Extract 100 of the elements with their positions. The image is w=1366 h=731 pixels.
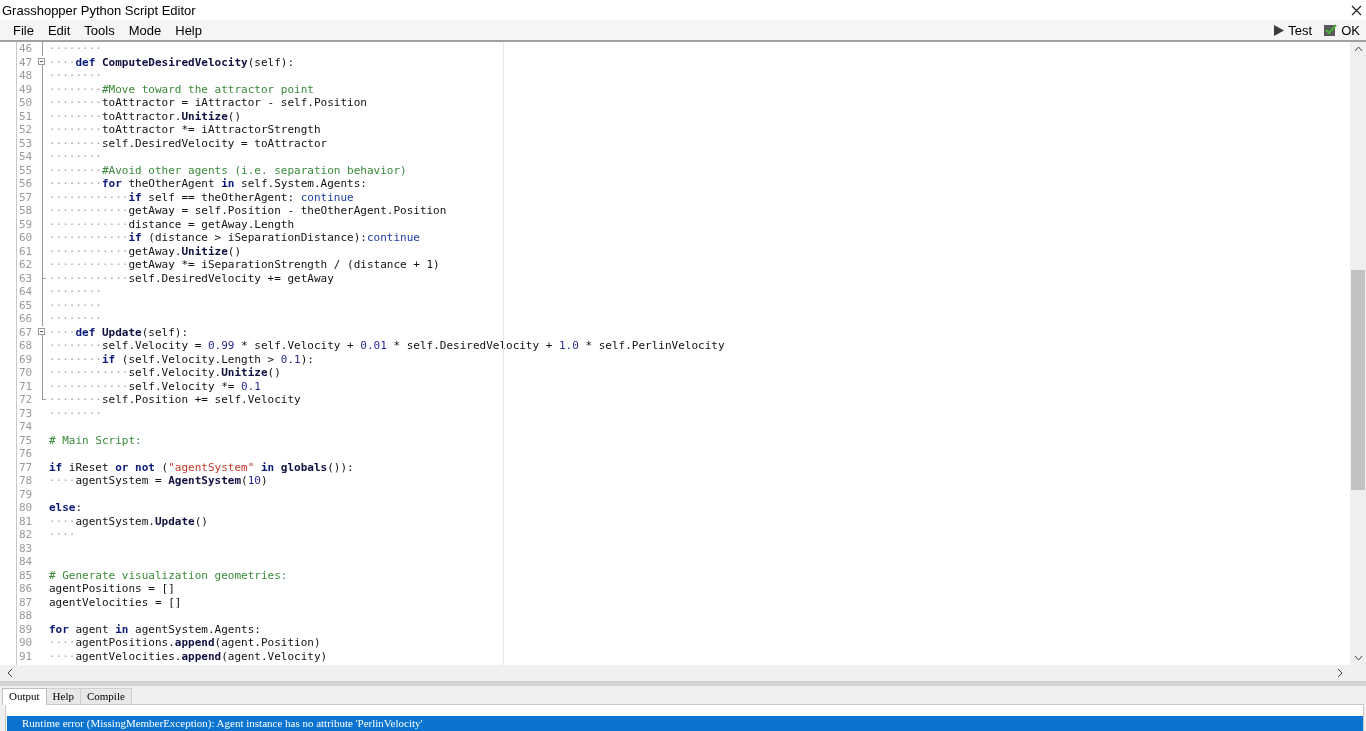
code-line: ····agentSystem.Update() [48, 514, 208, 528]
code-line: ········ [48, 312, 102, 326]
line-number: 72 [18, 393, 34, 407]
line-number: 81 [18, 514, 34, 528]
line-number: 48 [18, 69, 34, 83]
code-line: if iReset or not ("agentSystem" in globals()): [48, 460, 354, 474]
line-number: 65 [18, 298, 34, 312]
line-number: 50 [18, 96, 34, 110]
line-number: 54 [18, 150, 34, 164]
line-number: 60 [18, 231, 34, 245]
line-number: 64 [18, 285, 34, 299]
collapse-icon[interactable] [38, 57, 45, 65]
code-line: ············distance = getAway.Length [48, 217, 295, 231]
toolbar-button[interactable]: OK [1318, 22, 1366, 38]
code-line: ········ [48, 298, 102, 312]
menu-item[interactable]: Help [168, 22, 209, 38]
code-line: else: [48, 501, 83, 515]
code-line: ········ [48, 42, 102, 56]
code-line: ····def ComputeDesiredVelocity(self): [48, 55, 295, 69]
line-number: 82 [18, 528, 34, 542]
toolbar-button[interactable]: Test [1267, 22, 1319, 38]
code-line: ····def Update(self): [48, 325, 189, 339]
code-line: ········self.Velocity = 0.99 * self.Velocity + 0.01 * self.DesiredVelocity + 1.0 * self.PerlinVelocity [48, 339, 725, 353]
code-line: ········self.Position += self.Velocity [48, 393, 301, 407]
panel-tab[interactable]: Compile [79, 688, 132, 704]
collapse-icon[interactable] [38, 327, 45, 335]
menu-item[interactable]: Mode [121, 22, 169, 38]
code-line: ········for theOtherAgent in self.System.Agents: [48, 177, 367, 191]
code-line: ············if (distance > iSeparationDistance):continue [48, 231, 420, 245]
code-line: ············self.Velocity.Unitize() [48, 366, 281, 380]
line-number: 85 [18, 568, 34, 582]
line-number: 67 [18, 325, 34, 339]
line-number: 47 [18, 55, 34, 69]
code-line: ········#Avoid other agents (i.e. separation behavior) [48, 163, 407, 177]
line-number: 88 [18, 609, 34, 623]
scrollbar-thumb[interactable] [1351, 270, 1365, 490]
code-line: agentVelocities = [] [48, 595, 182, 609]
menu-item[interactable]: Edit [40, 22, 78, 38]
code-line: # Generate visualization geometries: [48, 568, 288, 582]
code-line: ····agentSystem = AgentSystem(10) [48, 474, 268, 488]
code-line: ········ [48, 69, 102, 83]
code-line: ········if (self.Velocity.Length > 0.1): [48, 352, 314, 366]
line-number: 77 [18, 460, 34, 474]
line-number: 63 [18, 271, 34, 285]
line-number: 75 [18, 433, 34, 447]
horizontal-scrollbar[interactable] [0, 665, 1350, 681]
code-line: ············self.Velocity *= 0.1 [48, 379, 261, 393]
line-number: 57 [18, 190, 34, 204]
panel-tab[interactable]: Help [45, 688, 81, 704]
code-line: ········ [48, 150, 102, 164]
code-line: # Main Script: [48, 433, 142, 447]
line-number: 89 [18, 622, 34, 636]
code-line: ········toAttractor.Unitize() [48, 109, 242, 123]
line-number: 90 [18, 636, 34, 650]
code-line: ············getAway *= iSeparationStrength / (distance + 1) [48, 258, 440, 272]
line-number: 59 [18, 217, 34, 231]
error-message[interactable]: Runtime error (MissingMemberException): Agent instance has no attribute 'PerlinVelocity' [6, 716, 1363, 731]
code-line: ············getAway.Unitize() [48, 244, 242, 258]
code-line: ····agentPositions.append(agent.Position) [48, 636, 321, 650]
code-line: ········toAttractor = iAttractor - self.Position [48, 96, 367, 110]
line-number: 52 [18, 123, 34, 137]
code-line: ········toAttractor *= iAttractorStrength [48, 123, 321, 137]
line-number: 71 [18, 379, 34, 393]
code-line: ········ [48, 406, 102, 420]
line-number: 66 [18, 312, 34, 326]
line-number: 79 [18, 487, 34, 501]
line-number: 70 [18, 366, 34, 380]
line-number: 69 [18, 352, 34, 366]
checkmark-icon [1324, 24, 1338, 36]
line-number: 55 [18, 163, 34, 177]
menu-item[interactable]: File [6, 22, 41, 38]
line-number: 78 [18, 474, 34, 488]
vertical-scrollbar[interactable] [1350, 42, 1366, 665]
code-line: for agent in agentSystem.Agents: [48, 622, 261, 636]
menu-item[interactable]: Tools [77, 22, 122, 38]
code-line: ············self.DesiredVelocity += getAway [48, 271, 334, 285]
line-number: 56 [18, 177, 34, 191]
line-number: 84 [18, 555, 34, 569]
line-number: 80 [18, 501, 34, 515]
line-number: 68 [18, 339, 34, 353]
panel-tab[interactable]: Output [2, 688, 47, 705]
line-number: 49 [18, 82, 34, 96]
code-line: ············getAway = self.Position - theOtherAgent.Position [48, 204, 447, 218]
line-number: 83 [18, 541, 34, 555]
line-number: 51 [18, 109, 34, 123]
line-number: 76 [18, 447, 34, 461]
line-number: 46 [18, 42, 34, 56]
line-number: 53 [18, 136, 34, 150]
code-line: ········#Move toward the attractor point [48, 82, 314, 96]
line-number: 91 [18, 649, 34, 663]
line-number: 86 [18, 582, 34, 596]
line-number: 62 [18, 258, 34, 272]
line-number: 73 [18, 406, 34, 420]
code-line: ····agentVelocities.append(agent.Velocity) [48, 649, 328, 663]
line-number: 61 [18, 244, 34, 258]
close-icon[interactable] [1351, 4, 1362, 16]
line-number: 74 [18, 420, 34, 434]
code-line: ········ [48, 285, 102, 299]
code-line: ···· [48, 528, 76, 542]
code-line: agentPositions = [] [48, 582, 175, 596]
